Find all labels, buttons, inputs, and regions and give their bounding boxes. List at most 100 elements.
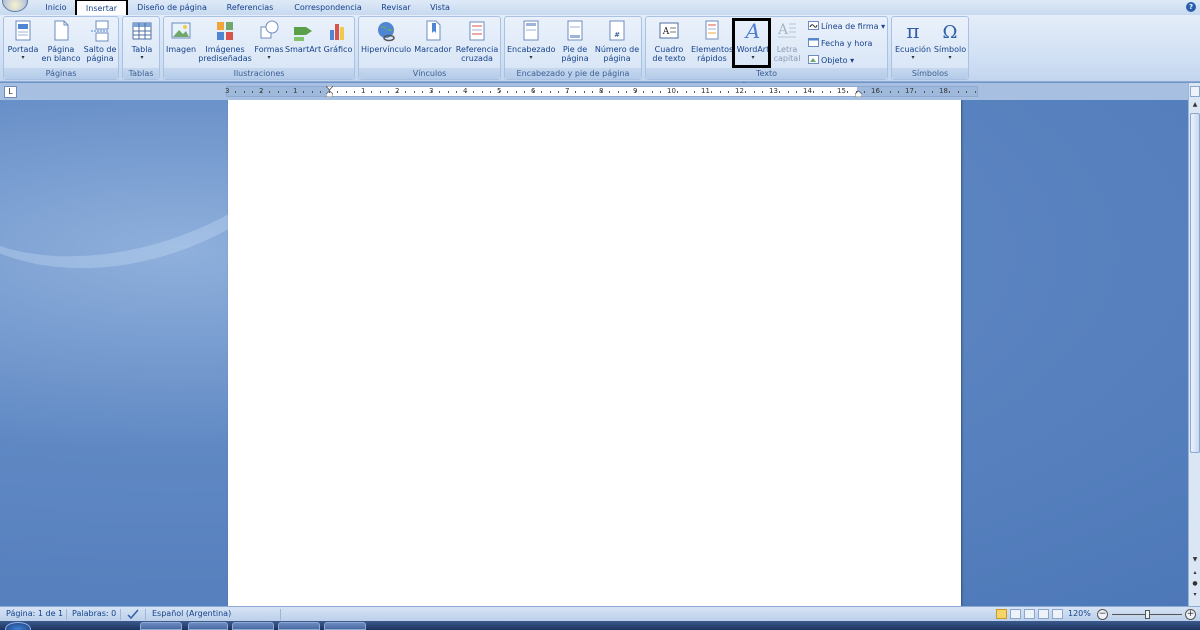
- scroll-thumb[interactable]: [1190, 113, 1200, 453]
- ruler-tick: [592, 91, 593, 93]
- ruler-tick: [541, 91, 542, 93]
- ruler-tick: [719, 91, 721, 93]
- marcador-button[interactable]: Marcador: [413, 19, 453, 54]
- ecuacion-button[interactable]: π Ecuación ▾: [895, 19, 931, 61]
- chevron-down-icon: ▾: [267, 54, 271, 61]
- next-page-icon[interactable]: ▾: [1190, 591, 1200, 600]
- formas-button[interactable]: Formas ▾: [253, 19, 285, 61]
- grafico-button[interactable]: Gráfico: [322, 19, 354, 54]
- document-page[interactable]: [228, 100, 961, 606]
- group-encabezado: Encabezado ▾ Pie de página # Número de p…: [504, 16, 642, 80]
- taskbar-item[interactable]: [188, 622, 228, 630]
- smartart-label: SmartArt: [285, 45, 322, 54]
- draft-view-button[interactable]: [1052, 609, 1063, 619]
- imagenes-prediseñadas-button[interactable]: Imágenes prediseñadas: [198, 19, 252, 63]
- referencia-label-2: cruzada: [461, 54, 493, 63]
- ruler-tick: [303, 91, 304, 93]
- ruler-tick: [779, 91, 780, 93]
- ruler-number: 3: [225, 87, 230, 95]
- office-button[interactable]: [2, 0, 28, 12]
- cross-reference-icon: [469, 21, 485, 41]
- ruler-tick: [439, 91, 440, 93]
- imagen-button[interactable]: Imagen: [166, 19, 196, 54]
- scroll-up-icon[interactable]: ▲: [1190, 101, 1200, 110]
- ruler-tick: [847, 91, 848, 93]
- taskbar-item[interactable]: [140, 622, 182, 630]
- tab-vista[interactable]: Vista: [425, 1, 455, 15]
- ruler-tick: [711, 91, 712, 93]
- ruler-tick: [728, 91, 729, 93]
- elementos-rapidos-button[interactable]: Elementos rápidos: [691, 19, 733, 63]
- tab-selector-button[interactable]: L: [4, 86, 17, 98]
- portada-button[interactable]: Portada ▾: [6, 19, 40, 61]
- tabla-button[interactable]: Tabla ▾: [125, 19, 159, 61]
- letra-capital-button[interactable]: A Letra capital: [772, 19, 802, 63]
- smartart-button[interactable]: SmartArt: [285, 19, 321, 54]
- pie-de-pagina-button[interactable]: Pie de página: [557, 19, 593, 63]
- status-bar: Página: 1 de 1 Palabras: 0 Español (Arge…: [0, 606, 1200, 621]
- tab-insertar[interactable]: Insertar: [75, 0, 128, 16]
- start-button[interactable]: [5, 622, 31, 630]
- ruler-tick: [855, 91, 857, 93]
- ruler-tick: [354, 91, 355, 93]
- proofing-icon[interactable]: [127, 609, 139, 619]
- tab-inicio[interactable]: Inicio: [38, 1, 74, 15]
- cover-page-icon: [15, 20, 31, 41]
- zoom-slider-thumb[interactable]: [1145, 610, 1150, 619]
- page-count[interactable]: Página: 1 de 1: [6, 607, 63, 621]
- group-label-tablas: Tablas: [123, 68, 159, 79]
- taskbar-item[interactable]: [278, 622, 320, 630]
- numero-de-pagina-button[interactable]: # Número de página: [594, 19, 640, 63]
- full-screen-reading-view-button[interactable]: [1010, 609, 1021, 619]
- salto-label-1: Salto de: [83, 45, 117, 54]
- tab-referencias[interactable]: Referencias: [222, 1, 278, 15]
- objeto-button[interactable]: Objeto ▾: [808, 55, 854, 66]
- hipervinculo-button[interactable]: Hipervínculo: [361, 19, 411, 54]
- ruler-tick: [362, 91, 364, 93]
- vertical-scrollbar[interactable]: ▲ ▼ ▴ ● ▾: [1188, 83, 1200, 606]
- web-layout-view-button[interactable]: [1024, 609, 1035, 619]
- ruler-tick: [872, 91, 874, 93]
- ruler-tick: [804, 91, 806, 93]
- tab-correspondencia[interactable]: Correspondencia: [289, 1, 367, 15]
- first-line-indent-marker[interactable]: [326, 86, 333, 97]
- salto-de-pagina-button[interactable]: Salto de página: [82, 19, 118, 63]
- tab-revisar[interactable]: Revisar: [378, 1, 414, 15]
- pagina-en-blanco-button[interactable]: Página en blanco: [41, 19, 81, 63]
- browse-object-icon[interactable]: ●: [1190, 580, 1200, 589]
- fecha-y-hora-button[interactable]: Fecha y hora: [808, 38, 872, 49]
- group-label-paginas: Páginas: [4, 68, 118, 79]
- pi-icon: π: [906, 19, 919, 43]
- simbolo-button[interactable]: Ω Símbolo ▾: [933, 19, 967, 61]
- taskbar-item[interactable]: [324, 622, 366, 630]
- scroll-down-icon[interactable]: ▼: [1190, 556, 1200, 565]
- view-ruler-button[interactable]: [1190, 86, 1200, 97]
- encabezado-label: Encabezado: [507, 45, 556, 54]
- group-ilustraciones: Imagen Imágenes prediseñadas Formas ▾ Sm…: [163, 16, 355, 80]
- word-count[interactable]: Palabras: 0: [72, 607, 116, 621]
- referencia-label-1: Referencia: [455, 45, 499, 54]
- ruler-tick: [337, 91, 338, 93]
- help-icon[interactable]: ?: [1186, 2, 1196, 12]
- print-layout-view-button[interactable]: [996, 609, 1007, 619]
- linea-de-firma-button[interactable]: Línea de firma ▾: [808, 21, 885, 32]
- tab-diseno-de-pagina[interactable]: Diseño de página: [133, 1, 211, 15]
- footer-icon: [567, 20, 583, 41]
- cuadro-de-texto-button[interactable]: A Cuadro de texto: [649, 19, 689, 63]
- numero-label-1: Número de: [594, 45, 640, 54]
- portada-label: Portada: [7, 45, 39, 54]
- pie-label-1: Pie de: [562, 45, 588, 54]
- zoom-out-icon[interactable]: −: [1097, 609, 1108, 620]
- previous-page-icon[interactable]: ▴: [1190, 569, 1200, 578]
- taskbar-item[interactable]: [232, 622, 274, 630]
- language[interactable]: Español (Argentina): [152, 607, 231, 621]
- horizontal-ruler[interactable]: 321123456789101112131415161718: [225, 86, 978, 97]
- referencia-cruzada-button[interactable]: Referencia cruzada: [454, 19, 500, 63]
- outline-view-button[interactable]: [1038, 609, 1049, 619]
- clip-art-icon: [217, 22, 233, 40]
- ruler-tick: [838, 91, 840, 93]
- encabezado-button[interactable]: Encabezado ▾: [507, 19, 556, 61]
- ecuacion-label: Ecuación: [895, 45, 932, 54]
- zoom-in-icon[interactable]: +: [1185, 609, 1196, 620]
- zoom-level[interactable]: 120%: [1068, 607, 1091, 621]
